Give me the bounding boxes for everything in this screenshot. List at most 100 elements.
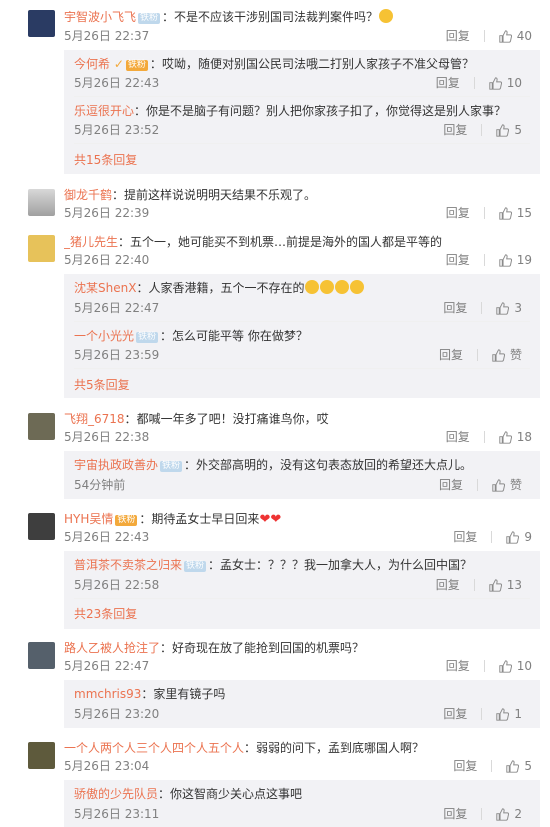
reply-button[interactable]: 回复 xyxy=(446,429,470,445)
reply-list: 今何希 ✓ 铁粉 ：哎呦，随便对别国公民司法哦二打别人家孩子不准父母管？ 5月26日… xyxy=(64,50,540,174)
reply-time: 5月26日 23:52 xyxy=(74,123,160,137)
like-button[interactable]: 10 xyxy=(499,658,532,674)
avatar[interactable] xyxy=(28,189,55,216)
like-count: 9 xyxy=(524,530,532,544)
vip-badge: 铁粉 xyxy=(125,60,148,71)
reply-button[interactable]: 回复 xyxy=(453,758,477,774)
reply-author[interactable]: 普洱茶不卖茶之归来 xyxy=(74,558,182,572)
thumbs-up-icon xyxy=(506,759,520,773)
like-button[interactable]: 9 xyxy=(506,529,532,545)
like-button[interactable]: 赞 xyxy=(492,347,522,363)
reply-button[interactable]: 回复 xyxy=(439,347,463,363)
reply-button[interactable]: 回复 xyxy=(443,122,467,138)
like-count: 10 xyxy=(516,659,532,673)
comment-time: 5月26日 22:37 xyxy=(64,29,150,43)
like-count: 5 xyxy=(514,123,522,137)
thumbs-up-icon xyxy=(496,707,510,721)
reply-list: 宇宙执政政善办 铁粉 ：外交部高明的，没有这句表态放回的希望还大点儿。 54分钟前 … xyxy=(64,451,540,499)
avatar[interactable] xyxy=(28,513,55,540)
reply-list: 沈某ShenX：人家香港籍，五个一不存在的 5月26日 22:47 回复 3 一… xyxy=(64,274,540,398)
reply-text: 你这智商少关心点这事吧 xyxy=(170,787,303,801)
reply-text: 家里有镜子吗 xyxy=(153,687,226,701)
like-count: 15 xyxy=(516,206,532,220)
reply-time: 54分钟前 xyxy=(74,478,126,492)
like-button[interactable]: 10 xyxy=(489,75,522,91)
avatar[interactable] xyxy=(28,413,55,440)
like-button[interactable]: 15 xyxy=(499,205,532,221)
fan-badge: 铁粉 xyxy=(136,332,159,343)
comment: 一个人两个人三个人四个人五个人：弱弱的问下，孟到底哪国人啊？ 5月26日 23:… xyxy=(0,738,550,827)
comment-author[interactable]: 一个人两个人三个人四个人五个人 xyxy=(64,741,244,755)
reply-author[interactable]: mmchris93 xyxy=(74,687,141,701)
reply-author[interactable]: 宇宙执政政善办 xyxy=(74,458,158,472)
comment: 宇智波小飞飞 铁粉 ：不是不应该干涉别国司法裁判案件吗？ 5月26日 22:37 回… xyxy=(0,0,550,175)
reply-time: 5月26日 23:20 xyxy=(74,707,160,721)
like-count: 3 xyxy=(514,301,522,315)
reply-text: 哎呦，随便对别国公民司法哦二打别人家孩子不准父母管？ xyxy=(161,57,474,71)
avatar[interactable] xyxy=(28,642,55,669)
like-button[interactable]: 40 xyxy=(499,28,532,44)
like-button[interactable]: 19 xyxy=(499,252,532,268)
reply-button[interactable]: 回复 xyxy=(443,706,467,722)
avatar[interactable] xyxy=(28,742,55,769)
reply-button[interactable]: 回复 xyxy=(443,300,467,316)
reply-author[interactable]: 今何希 xyxy=(74,57,110,71)
reply-author[interactable]: 一个小光光 xyxy=(74,329,134,343)
reply-button[interactable]: 回复 xyxy=(453,529,477,545)
like-button[interactable]: 赞 xyxy=(492,477,522,493)
reply-author[interactable]: 骄傲的少先队员 xyxy=(74,787,158,801)
reply-author[interactable]: 乐逗很开心 xyxy=(74,104,134,118)
comment-author[interactable]: _猪儿先生 xyxy=(64,235,118,249)
like-button[interactable]: 13 xyxy=(489,577,522,593)
like-count: 赞 xyxy=(509,348,522,362)
thumbs-up-icon xyxy=(499,659,512,673)
reply-button[interactable]: 回复 xyxy=(436,75,460,91)
like-button[interactable]: 3 xyxy=(496,300,522,316)
like-button[interactable]: 5 xyxy=(496,122,522,138)
face-emoji-icon xyxy=(335,280,350,294)
like-button[interactable]: 2 xyxy=(496,806,522,822)
reply-text: 你是不是脑子有问题？别人把你家孩子扣了，你觉得这是别人家事？ xyxy=(146,104,507,118)
like-button[interactable]: 1 xyxy=(496,706,522,722)
like-button[interactable]: 18 xyxy=(499,429,532,445)
reply-button[interactable]: 回复 xyxy=(443,806,467,822)
reply-time: 5月26日 22:43 xyxy=(74,76,160,90)
reply-text: 孟女士：？？？我一加拿大人，为什么回中国？ xyxy=(220,558,473,572)
comment: 御龙千鹤：提前这样说说明明天结果不乐观了。 5月26日 22:39 回复 15 xyxy=(0,183,550,228)
face-emoji-icon xyxy=(350,280,365,294)
reply-button[interactable]: 回复 xyxy=(436,577,460,593)
comment-time: 5月26日 23:04 xyxy=(64,759,150,773)
avatar[interactable] xyxy=(28,235,55,262)
avatar[interactable] xyxy=(28,10,55,37)
comment-author[interactable]: HYH吴情 xyxy=(64,512,113,526)
vip-badge: 铁粉 xyxy=(115,515,138,526)
reply-author[interactable]: 沈某ShenX xyxy=(74,281,136,295)
reply-button[interactable]: 回复 xyxy=(446,658,470,674)
reply-button[interactable]: 回复 xyxy=(439,477,463,493)
more-replies-link[interactable]: 共5条回复 xyxy=(74,377,130,393)
comment-time: 5月26日 22:40 xyxy=(64,253,150,267)
reply-button[interactable]: 回复 xyxy=(446,252,470,268)
thumbs-up-icon xyxy=(492,478,505,492)
face-emoji-icon xyxy=(320,280,335,294)
thumbs-up-icon xyxy=(499,430,512,444)
heart-icon: ❤❤ xyxy=(259,512,282,527)
comment-time: 5月26日 22:39 xyxy=(64,206,150,220)
comment-text: 提前这样说说明明天结果不乐观了。 xyxy=(124,188,317,202)
comment-time: 5月26日 22:43 xyxy=(64,530,150,544)
like-button[interactable]: 5 xyxy=(506,758,532,774)
comment-author[interactable]: 宇智波小飞飞 xyxy=(64,10,136,24)
more-replies-link[interactable]: 共15条回复 xyxy=(74,152,137,168)
more-replies-link[interactable]: 共23条回复 xyxy=(74,606,137,622)
comment-text: 弱弱的问下，孟到底哪国人啊？ xyxy=(256,741,425,755)
comment-author[interactable]: 御龙千鹤 xyxy=(64,188,112,202)
comment-author[interactable]: 飞翔_6718 xyxy=(64,412,125,426)
comment: 路人乙被人抢注了：好奇现在放了能抢到回国的机票吗？ 5月26日 22:47 回复… xyxy=(0,638,550,732)
comment: _猪儿先生：五个一，她可能买不到机票…前提是海外的国人都是平等的 5月26日 2… xyxy=(0,230,550,400)
comment-author[interactable]: 路人乙被人抢注了 xyxy=(64,641,160,655)
reply-button[interactable]: 回复 xyxy=(446,28,470,44)
like-count: 5 xyxy=(524,759,532,773)
reply-button[interactable]: 回复 xyxy=(446,205,470,221)
thumbs-up-icon xyxy=(492,348,505,362)
thumbs-up-icon xyxy=(489,578,502,592)
